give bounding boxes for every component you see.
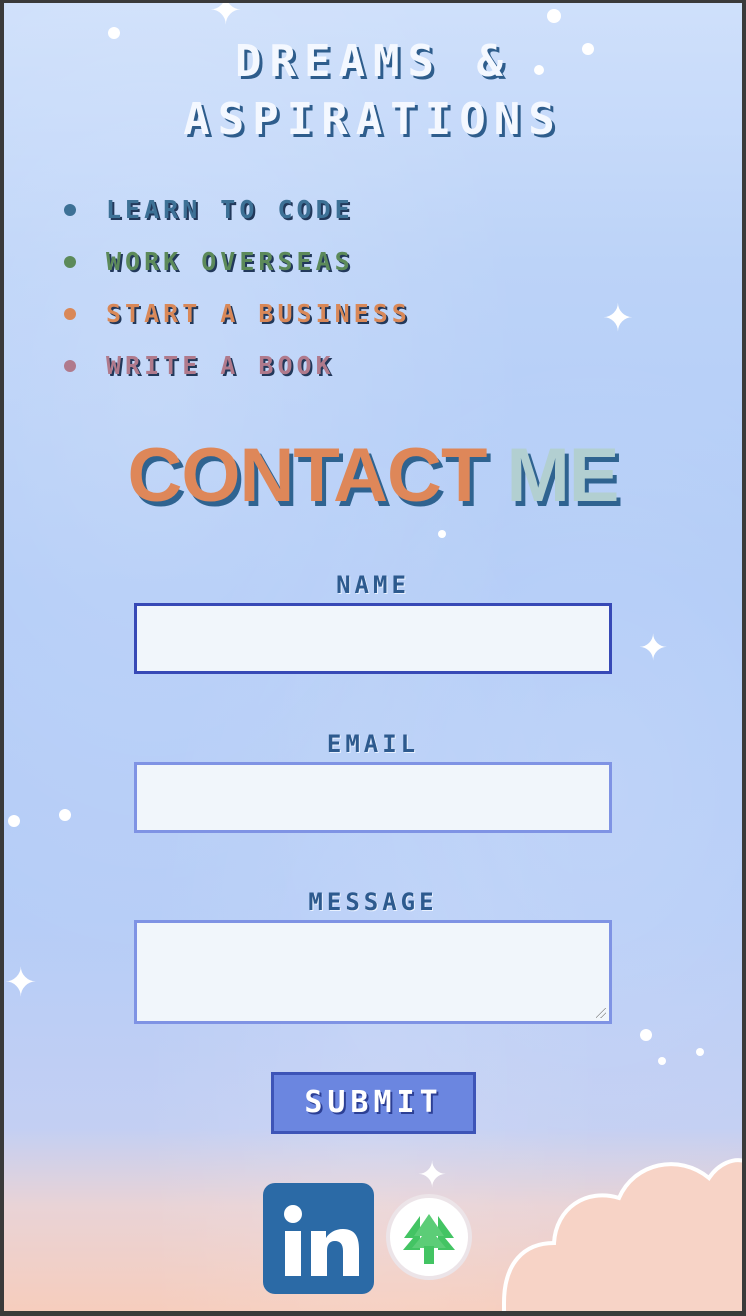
linktree-icon: [403, 1214, 455, 1264]
bullet-icon: [64, 308, 76, 320]
contact-word: CONTACT: [127, 433, 488, 518]
goal-label: Start a business: [106, 299, 411, 328]
sparkle-star-icon: ✦: [638, 628, 669, 669]
cloud-illustration: [502, 1158, 742, 1311]
bullet-icon: [64, 204, 76, 216]
sparkle-dot: [59, 809, 71, 821]
sparkle-star-icon: ✦: [602, 296, 634, 340]
list-item: Learn to code: [64, 191, 411, 243]
name-field[interactable]: [134, 603, 612, 674]
sparkle-dot: [696, 1048, 704, 1056]
page-frame: ✦ ✦ ✦ ✦ ✦ Dreams & Aspirations Learn to …: [4, 3, 742, 1311]
sparkle-dot: [658, 1057, 666, 1065]
goal-label: Learn to code: [106, 195, 354, 224]
title-line-1: Dreams &: [235, 36, 511, 87]
title-line-2: Aspirations: [183, 94, 563, 145]
sparkle-dot: [8, 815, 20, 827]
name-label: Name: [336, 571, 410, 599]
sparkle-dot: [640, 1029, 652, 1041]
list-item: Write a book: [64, 347, 411, 399]
message-textarea[interactable]: [134, 920, 612, 1024]
email-label: Email: [326, 730, 420, 758]
linkedin-icon: [284, 1205, 359, 1276]
goal-label: Write a book: [106, 351, 335, 380]
sparkle-star-icon: ✦: [4, 960, 38, 1006]
linktree-link[interactable]: [386, 1194, 472, 1280]
email-field[interactable]: [134, 762, 612, 833]
resize-grip-icon[interactable]: [596, 1008, 606, 1018]
message-label: Message: [308, 888, 438, 916]
contact-heading: CONTACT ME: [4, 431, 742, 521]
goal-label: Work overseas: [106, 247, 354, 276]
list-item: Start a business: [64, 295, 411, 347]
bullet-icon: [64, 256, 76, 268]
sparkle-star-icon: ✦: [209, 3, 243, 34]
page-title: Dreams & Aspirations: [4, 33, 742, 149]
sparkle-dot: [547, 9, 561, 23]
sparkle-star-icon: ✦: [417, 1155, 448, 1196]
me-word: ME: [506, 433, 620, 518]
list-item: Work overseas: [64, 243, 411, 295]
linkedin-link[interactable]: [263, 1183, 374, 1294]
goals-list: Learn to code Work overseas Start a busi…: [64, 191, 411, 399]
bullet-icon: [64, 360, 76, 372]
sparkle-dot: [438, 530, 446, 538]
submit-button[interactable]: Submit: [271, 1072, 476, 1134]
